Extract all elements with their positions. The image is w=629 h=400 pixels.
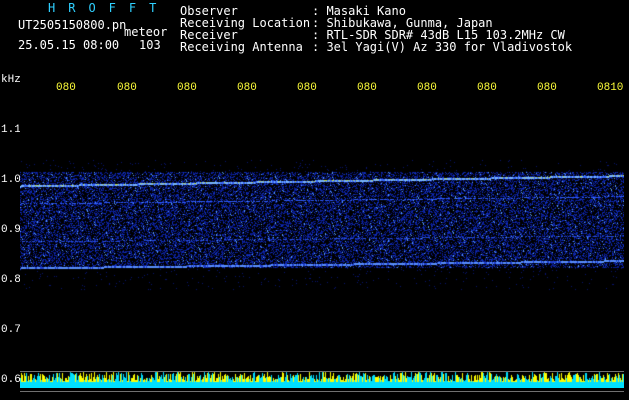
x-tick: 080	[237, 82, 257, 94]
count: 103	[139, 38, 161, 52]
y-tick: 1.0	[1, 174, 21, 186]
y-tick: 1.1	[1, 124, 21, 136]
x-tick: 080	[297, 82, 317, 94]
value-antenna: : 3el Yagi(V) Az 330 for Vladivostok	[312, 40, 573, 54]
y-tick: 0.8	[1, 274, 21, 286]
x-tick: 080	[477, 82, 497, 94]
x-tick: 080	[177, 82, 197, 94]
spectrogram-panel	[20, 100, 624, 388]
x-tick: 080	[357, 82, 377, 94]
x-tick: 080	[56, 82, 76, 94]
y-tick: 0.9	[1, 224, 21, 236]
label-antenna: Receiving Antenna	[180, 40, 303, 54]
spectrogram-canvas	[20, 100, 624, 388]
y-tick: 0.7	[1, 324, 21, 336]
x-tick: 080	[117, 82, 137, 94]
x-tick: 0810	[597, 82, 624, 94]
baseline-line-lower	[20, 391, 624, 392]
app-brand: HROFFT	[48, 1, 170, 15]
baseline-line	[20, 371, 624, 372]
y-tick: 0.6	[1, 374, 21, 386]
unit-label: kHz	[1, 74, 21, 86]
file-name: UT2505150800.pn	[18, 18, 127, 32]
x-tick: 080	[537, 82, 557, 94]
date-time: 25.05.15 08:00	[18, 38, 120, 52]
x-tick: 080	[417, 82, 437, 94]
